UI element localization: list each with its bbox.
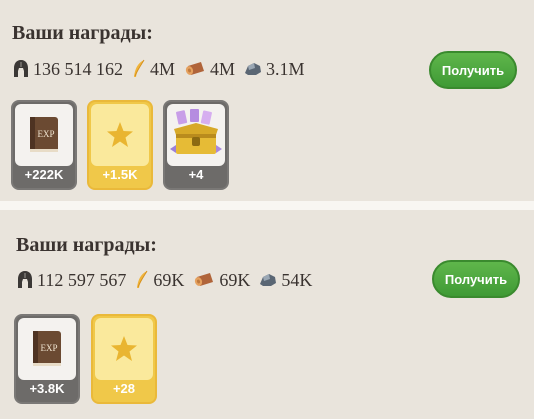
resource-feather-value: 4M	[150, 58, 176, 79]
panel-divider	[0, 201, 534, 210]
claim-button[interactable]: Получить	[429, 51, 517, 89]
svg-text:EXP: EXP	[37, 129, 54, 139]
reward-item-amount: +1.5K	[102, 167, 138, 182]
reward-panel-2: Ваши награды: 112 597 567 69K 69K 54K По…	[0, 210, 534, 419]
resource-wood: 69K	[192, 270, 250, 291]
resource-stone: 3.1M	[243, 59, 305, 80]
wood-log-icon	[185, 62, 205, 75]
resource-row: 136 514 162 4M 4M 3.1M	[12, 57, 313, 81]
resource-feather: 4M	[131, 59, 175, 80]
resource-stone: 54K	[258, 270, 312, 291]
exp-book-icon: EXP	[33, 331, 61, 366]
stone-icon	[260, 274, 277, 286]
feather-icon	[134, 59, 145, 77]
rewards-title: Ваши награды:	[16, 234, 157, 256]
resource-feather-value: 69K	[153, 269, 185, 290]
rewards-title: Ваши награды:	[12, 22, 153, 44]
feather-icon	[137, 270, 148, 288]
reward-item-star: +1.5K	[87, 100, 153, 190]
reward-item-amount: +3.8K	[29, 381, 65, 396]
reward-item-amount: +4	[188, 167, 204, 182]
resource-wood-value: 4M	[210, 58, 236, 79]
resource-feather: 69K	[134, 270, 184, 291]
exp-book-icon: EXP	[30, 117, 58, 152]
resource-stone-value: 54K	[281, 269, 313, 290]
reward-item-chest: +4	[163, 100, 229, 190]
stone-icon	[245, 63, 262, 75]
reward-item-amount: +222K	[24, 167, 64, 182]
treasure-chest-icon	[170, 109, 222, 154]
resource-helmet: 112 597 567	[16, 270, 126, 291]
spartan-helmet-icon	[14, 60, 28, 77]
star-icon	[111, 336, 137, 361]
reward-item-exp: EXP +222K	[11, 100, 77, 190]
resource-helmet: 136 514 162	[12, 59, 123, 80]
reward-item-star: +28	[91, 314, 157, 404]
svg-text:EXP: EXP	[40, 343, 57, 353]
reward-item-amount: +28	[112, 381, 136, 396]
spartan-helmet-icon	[18, 271, 32, 288]
star-icon	[107, 122, 133, 147]
wood-log-icon	[195, 273, 214, 286]
resource-wood: 4M	[183, 59, 235, 80]
reward-item-exp: EXP +3.8K	[14, 314, 80, 404]
resource-wood-value: 69K	[219, 269, 251, 290]
resource-stone-value: 3.1M	[266, 58, 305, 79]
resource-row: 112 597 567 69K 69K 54K	[16, 268, 320, 292]
resource-helmet-value: 112 597 567	[37, 269, 127, 290]
reward-panel-1: Ваши награды: 136 514 162 4M 4M 3.1M Пол…	[0, 0, 534, 201]
claim-button[interactable]: Получить	[432, 260, 520, 298]
resource-helmet-value: 136 514 162	[33, 58, 123, 79]
